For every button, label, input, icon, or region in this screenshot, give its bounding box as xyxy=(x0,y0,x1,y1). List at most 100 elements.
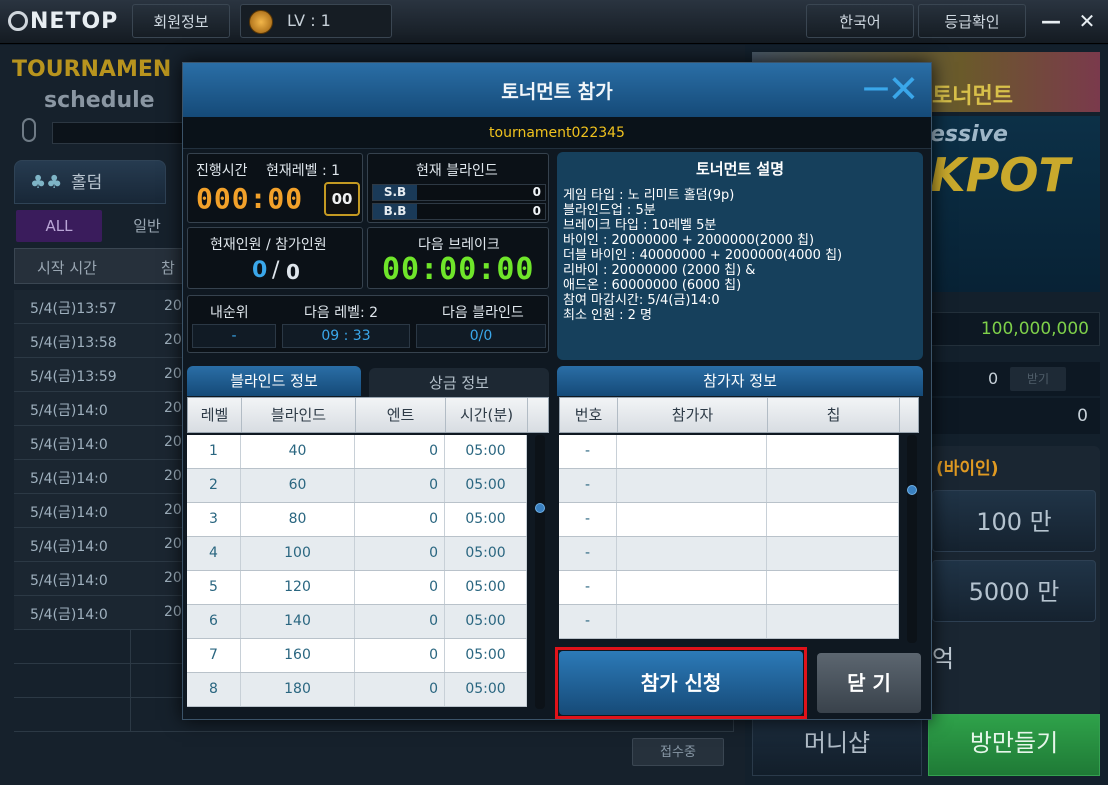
participant-number: - xyxy=(559,469,617,502)
players-box: 현재인원 / 참가인원 0 / 0 xyxy=(187,227,363,289)
close-icon[interactable]: ─✕ xyxy=(857,69,927,109)
participant-table-header: 번호 참가자 칩 xyxy=(559,397,919,433)
blind-level: 2 xyxy=(187,469,241,502)
blind-table-header: 레벨 블라인드 엔트 시간(분) xyxy=(187,397,549,433)
participant-row: - xyxy=(559,503,899,537)
blind-level: 8 xyxy=(187,673,241,706)
participant-chip xyxy=(767,503,899,536)
row-start-time: 5/4(금)14:0 xyxy=(30,573,108,589)
blind-level: 7 xyxy=(187,639,241,672)
header-chip: 칩 xyxy=(768,398,900,432)
level-box: LV : 1 xyxy=(240,4,392,38)
tab-blind-info[interactable]: 블라인드 정보 xyxy=(187,366,361,396)
blind-row: 7 160 0 05:00 xyxy=(187,639,527,673)
big-blind-label: B.B xyxy=(373,204,417,219)
amount-100-button[interactable]: 100 만 xyxy=(932,490,1096,552)
blind-scrollbar[interactable] xyxy=(535,435,545,709)
tournament-description-panel: 토너먼트 설명 게임 타입 : 노 리미트 홀덤(9p) 블라인드업 : 5분 … xyxy=(557,152,923,360)
tab-prize-info[interactable]: 상금 정보 xyxy=(369,368,549,398)
microphone-icon[interactable] xyxy=(22,118,36,142)
search-strip[interactable] xyxy=(52,122,192,144)
participant-name xyxy=(617,503,767,536)
logo-text: NETOP xyxy=(30,9,119,34)
reception-status-button[interactable]: 접수중 xyxy=(632,738,724,766)
progress-time-box: 진행시간 현재레벨 : 1 000:00 00 xyxy=(187,153,363,223)
row-start-time: 5/4(금)13:58 xyxy=(30,335,117,351)
next-level-label: 다음 레벨: 2 xyxy=(304,305,379,321)
make-room-button[interactable]: 방만들기 xyxy=(928,714,1100,776)
players-label: 현재인원 / 참가인원 xyxy=(210,237,327,253)
close-icon[interactable]: ✕ xyxy=(1072,4,1102,38)
current-level-label: 현재레벨 : 1 xyxy=(266,163,341,179)
current-blind-label: 현재 블라인드 xyxy=(416,163,498,179)
money-shop-button[interactable]: 머니샵 xyxy=(752,714,922,776)
filter-normal-button[interactable]: 일반 xyxy=(112,210,182,242)
participant-scrollbar[interactable] xyxy=(907,435,917,643)
participant-chip xyxy=(767,537,899,570)
filter-all-button[interactable]: ALL xyxy=(16,210,102,242)
blind-time: 05:00 xyxy=(445,469,527,502)
blind-amount: 140 xyxy=(241,605,355,638)
row-count: 20 xyxy=(164,366,182,382)
modal-header: 토너먼트 참가 ─✕ xyxy=(183,63,931,117)
amount-eok-button[interactable]: 억 xyxy=(926,628,1010,690)
participant-scroll-knob[interactable] xyxy=(907,485,917,495)
blind-ante: 0 xyxy=(355,537,445,570)
row-start-time: 5/4(금)14:0 xyxy=(30,403,108,419)
grade-check-button[interactable]: 등급확인 xyxy=(918,4,1026,38)
apply-join-button[interactable]: 참가 신청 xyxy=(559,651,803,715)
header-number: 번호 xyxy=(560,398,618,432)
minimize-icon[interactable]: — xyxy=(1036,4,1066,38)
row-count: 20 xyxy=(164,468,182,484)
clubs-icon: ♣♣ xyxy=(30,172,63,193)
app-logo: NETOP xyxy=(8,9,118,34)
row-start-time: 5/4(금)14:0 xyxy=(30,437,108,453)
list-header-partial: 참 xyxy=(161,259,175,277)
row-start-time: 5/4(금)13:59 xyxy=(30,369,117,385)
header-participant: 참가자 xyxy=(618,398,768,432)
blind-time: 05:00 xyxy=(445,673,527,706)
next-blind-value: 0/0 xyxy=(416,324,546,348)
blind-level: 4 xyxy=(187,537,241,570)
language-button[interactable]: 한국어 xyxy=(806,4,914,38)
blind-row: 3 80 0 05:00 xyxy=(187,503,527,537)
blind-row: 4 100 0 05:00 xyxy=(187,537,527,571)
blind-scroll-knob[interactable] xyxy=(535,503,545,513)
players-total: 0 xyxy=(286,260,300,284)
my-rank: - xyxy=(192,324,276,348)
row-start-time: 5/4(금)13:57 xyxy=(30,301,117,317)
blind-ante: 0 xyxy=(355,571,445,604)
blind-amount: 100 xyxy=(241,537,355,570)
participant-row: - xyxy=(559,537,899,571)
participant-chip xyxy=(767,469,899,502)
blind-row: 1 40 0 05:00 xyxy=(187,435,527,469)
participant-chip xyxy=(767,571,899,604)
row-count: 20 xyxy=(164,536,182,552)
big-blind-bar: B.B 0 xyxy=(372,203,546,220)
buyin-label: (바이인) xyxy=(936,459,999,479)
receive-button[interactable]: 받기 xyxy=(1010,367,1066,391)
amount-5000-button[interactable]: 5000 만 xyxy=(932,560,1096,622)
small-blind-label: S.B xyxy=(373,185,417,200)
modal-title: 토너먼트 참가 xyxy=(501,81,613,103)
row-count: 20 xyxy=(164,400,182,416)
member-info-button[interactable]: 회원정보 xyxy=(132,4,230,38)
header-level: 레벨 xyxy=(188,398,242,432)
blind-row: 5 120 0 05:00 xyxy=(187,571,527,605)
tournament-join-modal: 토너먼트 참가 ─✕ tournament022345 진행시간 현재레벨 : … xyxy=(182,62,932,720)
money-zero-2: 0 xyxy=(1077,406,1088,426)
close-button[interactable]: 닫 기 xyxy=(817,653,921,713)
blind-row: 8 180 0 05:00 xyxy=(187,673,527,707)
blind-ante: 0 xyxy=(355,605,445,638)
money-total: 100,000,000 xyxy=(980,319,1089,339)
players-current: 0 xyxy=(252,258,268,283)
next-break-label: 다음 브레이크 xyxy=(418,237,500,253)
money-zero: 0 xyxy=(988,369,999,388)
next-break-box: 다음 브레이크 00:00:00 xyxy=(367,227,549,289)
blind-level: 5 xyxy=(187,571,241,604)
current-blind-box: 현재 블라인드 S.B 0 B.B 0 xyxy=(367,153,549,223)
blind-amount: 40 xyxy=(241,435,355,468)
header-ante: 엔트 xyxy=(356,398,446,432)
tab-holdem-label: 홀덤 xyxy=(71,173,103,193)
participant-name xyxy=(617,571,767,604)
